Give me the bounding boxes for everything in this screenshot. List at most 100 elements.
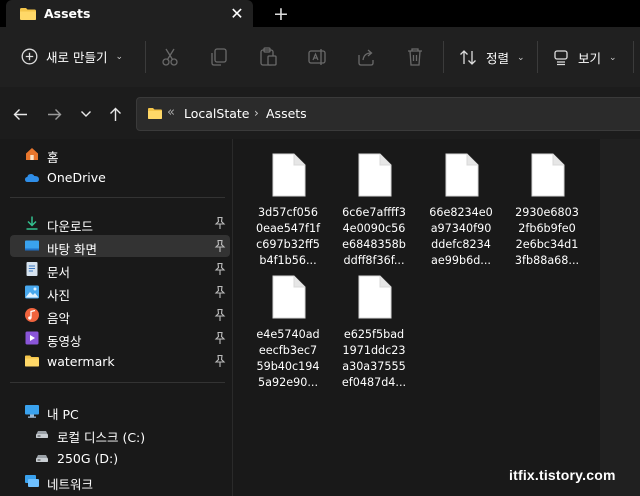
file-icon	[272, 153, 306, 197]
new-tab-button[interactable]: +	[268, 2, 294, 26]
copy-icon[interactable]	[208, 46, 230, 68]
file-name: 3d57cf056 0eae547f1f c697b32ff5 b4f1b56.…	[248, 205, 328, 269]
sidebar-item-pictures[interactable]: 사진	[10, 281, 230, 303]
sidebar-item-watermark[interactable]: watermark	[10, 350, 230, 372]
sort-label: 정렬	[486, 51, 510, 66]
file-icon	[358, 153, 392, 197]
forward-button[interactable]	[43, 103, 65, 125]
file-name-line: 2930e6803	[515, 206, 579, 219]
file-name-line: a30a37555	[342, 360, 406, 373]
sidebar-item-label: 바탕 화면	[47, 242, 97, 257]
overflow-crumbs-icon[interactable]: «	[167, 105, 175, 120]
chevron-down-icon: ⌄	[517, 52, 525, 63]
file-item[interactable]: 2930e6803 2fb6b9fe0 2e6bc34d1 3fb88a68..…	[507, 153, 587, 273]
file-name: e625f5bad 1971ddc23 a30a37555 ef0487d4..…	[334, 327, 414, 391]
view-icon	[554, 50, 568, 66]
sort-button[interactable]: 정렬 ⌄	[459, 48, 525, 67]
file-name-line: b4f1b56...	[259, 254, 317, 267]
file-name-line: ef0487d4...	[341, 376, 407, 389]
sidebar-item-onedrive[interactable]: OneDrive	[10, 166, 230, 188]
toolbar-divider	[145, 41, 146, 73]
command-bar: 새로 만들기 ⌄ 정렬 ⌄ 보기 ⌄	[0, 27, 640, 87]
title-bar: Assets ✕ +	[0, 0, 640, 27]
chevron-down-icon	[81, 111, 91, 117]
view-button[interactable]: 보기 ⌄	[553, 48, 617, 67]
sidebar-item-music[interactable]: 음악	[10, 304, 230, 326]
file-name: 2930e6803 2fb6b9fe0 2e6bc34d1 3fb88a68..…	[507, 205, 587, 269]
close-tab-icon[interactable]: ✕	[226, 2, 248, 24]
breadcrumb-assets[interactable]: Assets	[266, 106, 307, 121]
file-name-line: 66e8234e0	[429, 206, 493, 219]
sidebar-item-label: watermark	[47, 354, 115, 369]
file-item[interactable]: e625f5bad 1971ddc23 a30a37555 ef0487d4..…	[334, 275, 414, 395]
sidebar-item-drive-c[interactable]: 로컬 디스크 (C:)	[20, 423, 240, 445]
file-name-line: ae99b6d...	[431, 254, 491, 267]
file-name-line: 4e0090c56	[342, 222, 406, 235]
pin-icon[interactable]	[214, 331, 226, 345]
sidebar-item-network[interactable]: 네트워크	[10, 470, 230, 492]
file-name: e4e5740ad eecfb3ec7 59b40c194 5a92e90...	[248, 327, 328, 391]
desktop-icon	[25, 240, 39, 251]
plus-circle-icon	[21, 48, 38, 65]
sidebar-item-label: 네트워크	[47, 477, 94, 492]
file-name-line: 3d57cf056	[258, 206, 318, 219]
sidebar-item-label: 문서	[47, 265, 71, 280]
paste-icon[interactable]	[257, 46, 279, 68]
sidebar-item-drive-d[interactable]: 250G (D:)	[20, 447, 240, 469]
pin-icon[interactable]	[214, 354, 226, 368]
sidebar-item-desktop[interactable]: 바탕 화면	[10, 235, 230, 257]
file-icon	[272, 275, 306, 319]
tab-title: Assets	[44, 6, 91, 21]
file-item[interactable]: 66e8234e0 a97340f90 ddefc8234 ae99b6d...	[421, 153, 501, 273]
tab-assets[interactable]: Assets ✕	[6, 0, 253, 27]
delete-icon[interactable]	[404, 46, 426, 68]
breadcrumb-localstate[interactable]: LocalState	[184, 106, 250, 121]
sidebar-item-this-pc[interactable]: 내 PC	[10, 400, 230, 422]
folder-icon	[25, 355, 39, 367]
sort-icon	[460, 50, 476, 65]
music-icon	[25, 308, 39, 322]
file-name-line: 1971ddc23	[342, 344, 406, 357]
sidebar-item-videos[interactable]: 동영상	[10, 327, 230, 349]
sidebar-item-label: 로컬 디스크 (C:)	[57, 430, 146, 445]
up-button[interactable]	[104, 103, 126, 125]
file-name-line: e625f5bad	[343, 328, 405, 341]
video-icon	[25, 331, 39, 345]
arrow-left-icon	[13, 108, 27, 120]
pin-icon[interactable]	[214, 216, 226, 230]
pin-icon[interactable]	[214, 262, 226, 276]
address-bar[interactable]: « LocalState › Assets	[136, 97, 640, 131]
watermark-text: itfix.tistory.com	[509, 467, 616, 483]
share-icon[interactable]	[355, 46, 377, 68]
back-button[interactable]	[9, 103, 31, 125]
file-icon	[531, 153, 565, 197]
file-item[interactable]: 3d57cf056 0eae547f1f c697b32ff5 b4f1b56.…	[248, 153, 328, 273]
file-name-line: e4e5740ad	[256, 328, 320, 341]
file-name-line: a97340f90	[430, 222, 492, 235]
toolbar-divider	[537, 41, 538, 73]
new-button[interactable]: 새로 만들기 ⌄	[21, 47, 123, 66]
pin-icon[interactable]	[214, 308, 226, 322]
sidebar-item-documents[interactable]: 문서	[10, 258, 230, 280]
chevron-down-icon: ⌄	[609, 52, 617, 63]
file-name-line: 0eae547f1f	[255, 222, 321, 235]
file-name-line: 5a92e90...	[258, 376, 318, 389]
network-icon	[25, 475, 39, 487]
file-icon	[358, 275, 392, 319]
recent-locations-button[interactable]	[75, 103, 97, 125]
folder-icon	[20, 8, 36, 20]
file-item[interactable]: e4e5740ad eecfb3ec7 59b40c194 5a92e90...	[248, 275, 328, 395]
navigation-pane: 홈 OneDrive 다운로드 바탕 화면 문서 사진 음악 동영상 water…	[0, 139, 232, 496]
rename-icon[interactable]	[306, 46, 328, 68]
sidebar-item-home[interactable]: 홈	[10, 143, 230, 165]
pin-icon[interactable]	[214, 239, 226, 253]
pin-icon[interactable]	[214, 285, 226, 299]
file-name-line: ddefc8234	[431, 238, 491, 251]
sidebar-item-downloads[interactable]: 다운로드	[10, 212, 230, 234]
cloud-icon	[25, 174, 39, 182]
file-name-line: e6848358b	[342, 238, 406, 251]
cut-icon[interactable]	[159, 46, 181, 68]
breadcrumb-separator-icon[interactable]: ›	[254, 106, 259, 120]
home-icon	[26, 148, 38, 160]
file-item[interactable]: 6c6e7affff3 4e0090c56 e6848358b ddff8f36…	[334, 153, 414, 273]
